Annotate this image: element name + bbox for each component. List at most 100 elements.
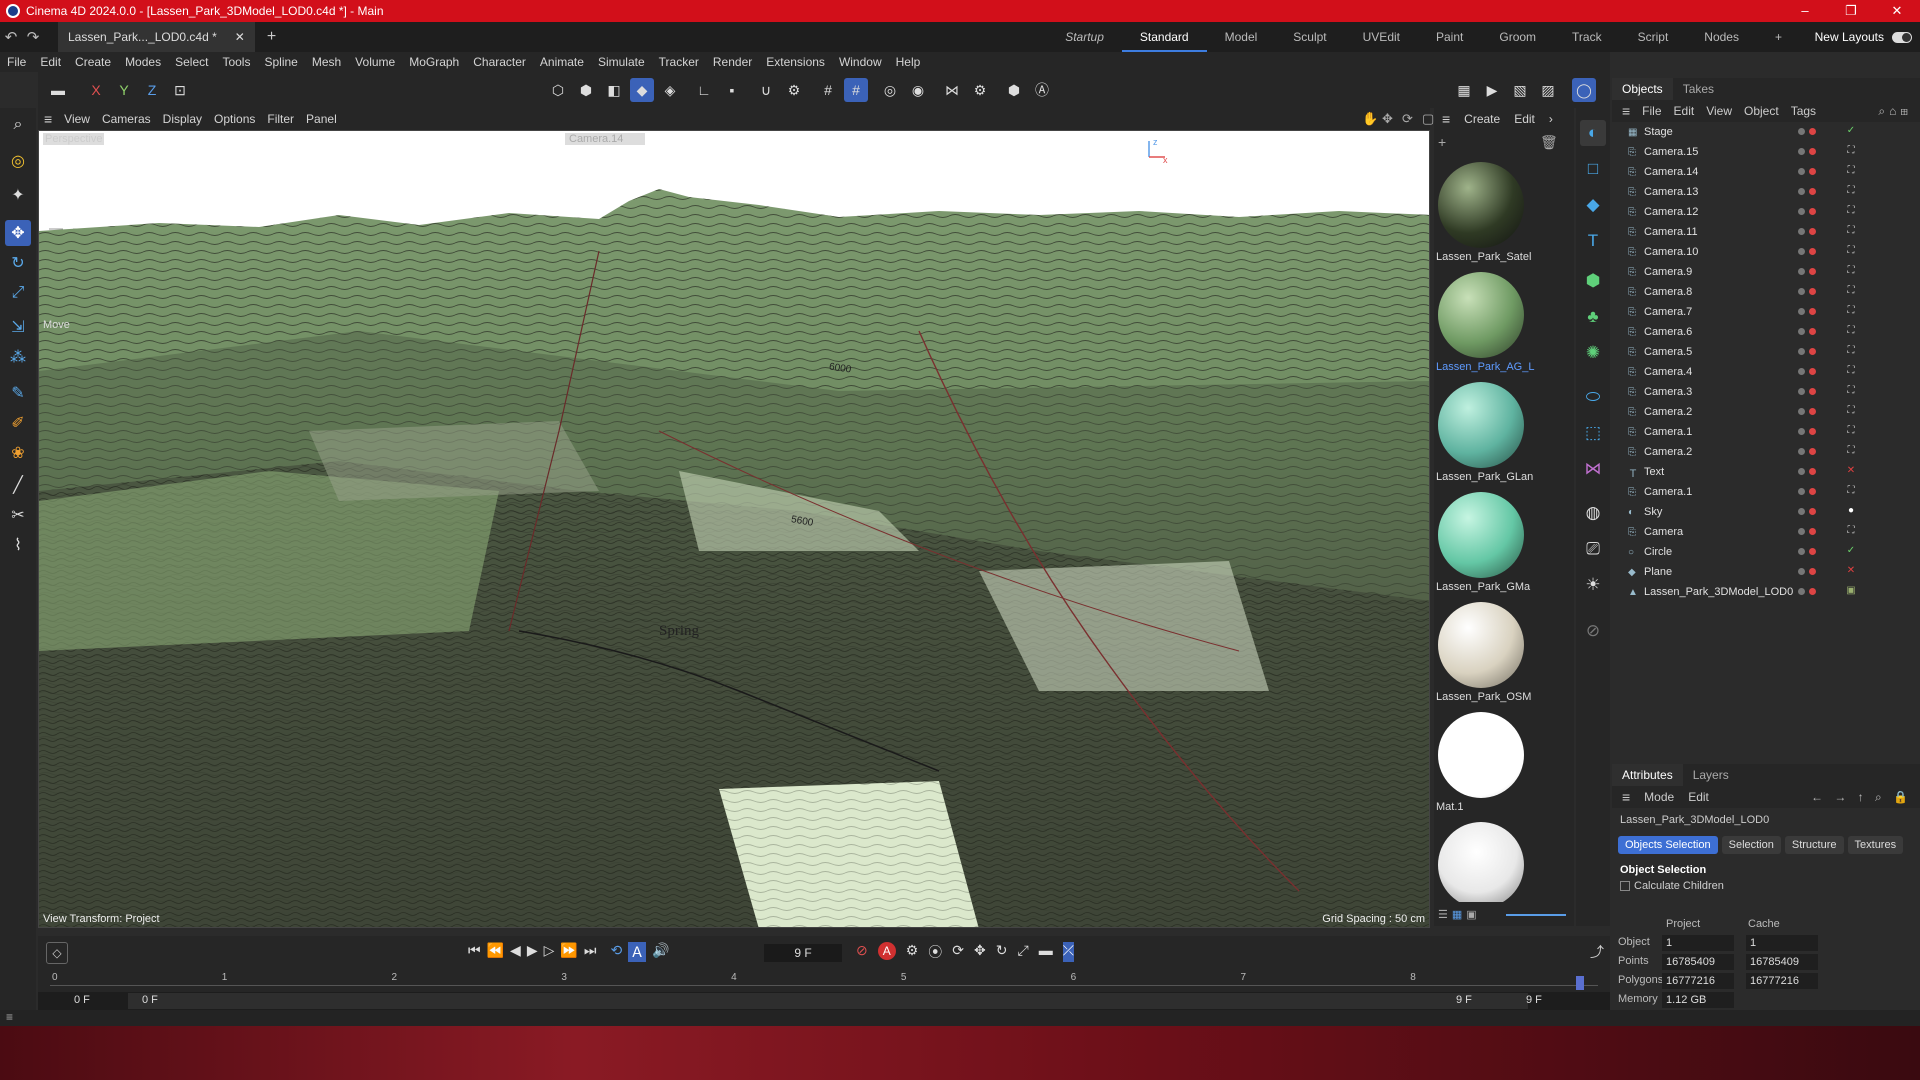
large-view-icon[interactable]: ▣: [1466, 908, 1476, 921]
viewport-menu-panel[interactable]: Panel: [306, 112, 337, 126]
tab-attributes[interactable]: Attributes: [1612, 764, 1683, 786]
object-row[interactable]: Ｔ Text ✕: [1612, 462, 1920, 482]
target-tag-icon[interactable]: ⛶: [1844, 305, 1858, 319]
pla-key-icon[interactable]: ⤫: [1062, 942, 1074, 962]
z-axis-lock[interactable]: Z: [140, 78, 164, 102]
object-row[interactable]: ○ Circle ✓: [1612, 542, 1920, 562]
menu-mograph[interactable]: MoGraph: [402, 55, 466, 69]
textures-button[interactable]: Textures: [1847, 836, 1904, 854]
visibility-flags[interactable]: [1798, 128, 1816, 135]
camera-object-icon[interactable]: ◐: [1580, 120, 1606, 146]
object-row[interactable]: ◆ Plane ✕: [1612, 562, 1920, 582]
add-layout-icon[interactable]: +: [1757, 22, 1800, 52]
close-tab-icon[interactable]: ✕: [235, 30, 245, 44]
frame-ruler[interactable]: 0123456789: [50, 972, 1598, 990]
object-row[interactable]: ▲ Lassen_Park_3DModel_LOD0 ▣: [1612, 582, 1920, 602]
timeline-end-field[interactable]: 9 F: [1526, 994, 1542, 1006]
objects-selection-button[interactable]: Objects Selection: [1618, 836, 1718, 854]
object-row[interactable]: ▦ Stage ✓: [1612, 122, 1920, 142]
target-tag-icon[interactable]: ⛶: [1844, 225, 1858, 239]
attributes-menu-mode[interactable]: Mode: [1644, 790, 1674, 804]
objects-menu-view[interactable]: View: [1706, 104, 1732, 118]
layout-paint[interactable]: Paint: [1418, 22, 1481, 52]
selection-button[interactable]: Selection: [1721, 836, 1781, 854]
material-swatch[interactable]: Lassen_Park_Satel: [1434, 162, 1540, 263]
object-row[interactable]: ◐ Sky ●: [1612, 502, 1920, 522]
viewport-hamburger-icon[interactable]: ≡: [44, 111, 52, 127]
keyframe-selection-icon[interactable]: ⚙: [906, 942, 919, 962]
material-hamburger-icon[interactable]: ≡: [1442, 111, 1450, 127]
material-swatch[interactable]: Lassen_Park_GLan: [1434, 382, 1540, 483]
layout-script[interactable]: Script: [1620, 22, 1687, 52]
material-tag-icon[interactable]: ▣: [1844, 585, 1858, 599]
next-key-icon[interactable]: ⏩: [560, 942, 577, 962]
material-swatch[interactable]: Lassen_Park_GMa: [1434, 492, 1540, 593]
transfer-tool-icon[interactable]: ⇲: [5, 314, 31, 340]
viewport-menu-options[interactable]: Options: [214, 112, 255, 126]
live-selection-icon[interactable]: ◎: [5, 148, 31, 174]
menu-window[interactable]: Window: [832, 55, 889, 69]
objects-menu-object[interactable]: Object: [1744, 104, 1779, 118]
visibility-flags[interactable]: [1798, 468, 1816, 475]
brush-icon[interactable]: ╱: [5, 472, 31, 498]
auto-keying-mode-icon[interactable]: Ａ: [628, 942, 647, 962]
render-queue-icon[interactable]: ▨: [1536, 78, 1560, 102]
menu-spline[interactable]: Spline: [257, 55, 304, 69]
layout-startup[interactable]: Startup: [1047, 22, 1122, 52]
menu-volume[interactable]: Volume: [348, 55, 402, 69]
visibility-flags[interactable]: [1798, 288, 1816, 295]
sky-material-tag-icon[interactable]: ●: [1844, 505, 1858, 519]
autokey-icon[interactable]: A: [877, 942, 896, 960]
rotation-key-icon[interactable]: ↻: [996, 942, 1008, 962]
delete-material-icon[interactable]: 🗑: [1540, 134, 1558, 151]
menu-mesh[interactable]: Mesh: [305, 55, 348, 69]
material-menu-create[interactable]: Create: [1464, 112, 1500, 126]
tab-takes[interactable]: Takes: [1673, 82, 1724, 96]
object-row[interactable]: ⎘ Camera.5 ⛶: [1612, 342, 1920, 362]
object-row[interactable]: ⎘ Camera.7 ⛶: [1612, 302, 1920, 322]
material-menu-more-icon[interactable]: ›: [1549, 112, 1553, 126]
rotate-tool-icon[interactable]: ↻: [5, 250, 31, 276]
material-swatch[interactable]: Lassen_Park_OSM: [1434, 602, 1540, 703]
go-to-start-icon[interactable]: ⏮: [468, 942, 481, 962]
play-icon[interactable]: ▶: [527, 942, 538, 962]
workplane-snap-icon[interactable]: #: [844, 78, 868, 102]
dolly-view-icon[interactable]: ✥: [1382, 111, 1393, 127]
null-object-icon[interactable]: □: [1580, 156, 1606, 182]
target-tag-icon[interactable]: ⛶: [1844, 365, 1858, 379]
viewport-menu-filter[interactable]: Filter: [267, 112, 294, 126]
undo-icon[interactable]: ↶: [0, 28, 22, 46]
knife-icon[interactable]: ✂: [5, 502, 31, 528]
move-tool-icon[interactable]: ✥: [5, 220, 31, 246]
menu-animate[interactable]: Animate: [533, 55, 591, 69]
object-row[interactable]: ⎘ Camera.1 ⛶: [1612, 422, 1920, 442]
magnet-icon[interactable]: ∪: [754, 78, 778, 102]
layout-sculpt[interactable]: Sculpt: [1275, 22, 1344, 52]
visibility-flags[interactable]: [1798, 408, 1816, 415]
restore-button[interactable]: ❐: [1828, 0, 1874, 22]
material-menu-edit[interactable]: Edit: [1514, 112, 1535, 126]
preview-size-slider[interactable]: [1506, 914, 1566, 916]
objects-menu-tags[interactable]: Tags: [1791, 104, 1816, 118]
camera-rig-icon[interactable]: ⎚: [1580, 536, 1606, 562]
object-row[interactable]: ⎘ Camera.10 ⛶: [1612, 242, 1920, 262]
layout-standard[interactable]: Standard: [1121, 22, 1207, 52]
object-row[interactable]: ⎘ Camera.2 ⛶: [1612, 402, 1920, 422]
axis-mode-icon[interactable]: ∟: [692, 78, 716, 102]
visibility-flags[interactable]: [1798, 168, 1816, 175]
light-object-icon[interactable]: ☀: [1580, 572, 1606, 598]
menu-tracker[interactable]: Tracker: [652, 55, 706, 69]
visibility-flags[interactable]: [1798, 548, 1816, 555]
render-settings-icon[interactable]: ▧: [1508, 78, 1532, 102]
asset-browser-icon[interactable]: Ⓐ: [1030, 78, 1054, 102]
visibility-flags[interactable]: [1798, 248, 1816, 255]
menu-character[interactable]: Character: [466, 55, 533, 69]
environment-icon[interactable]: ◍: [1580, 500, 1606, 526]
material-swatch[interactable]: [1434, 822, 1540, 902]
layout-model[interactable]: Model: [1207, 22, 1276, 52]
menu-render[interactable]: Render: [706, 55, 759, 69]
playhead[interactable]: [1576, 976, 1584, 990]
new-document-icon[interactable]: +: [267, 28, 276, 46]
visibility-flags[interactable]: [1798, 508, 1816, 515]
record-settings-icon[interactable]: ⟳: [952, 942, 964, 962]
